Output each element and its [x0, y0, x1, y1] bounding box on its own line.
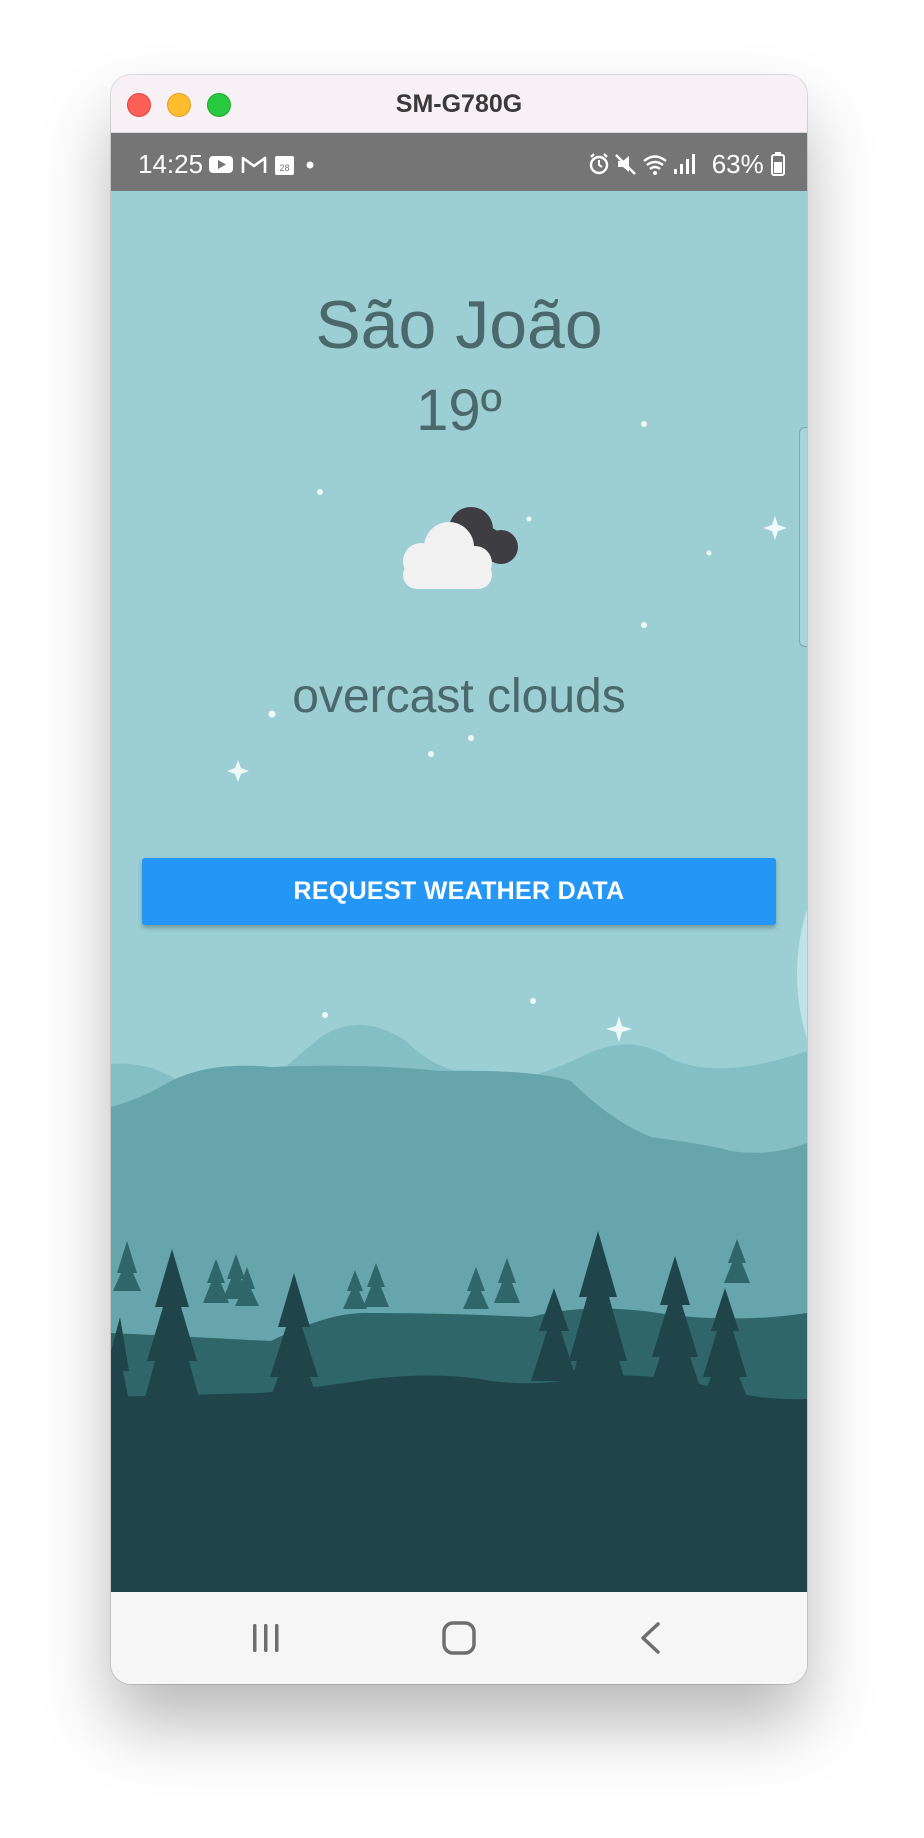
alarm-icon	[590, 153, 609, 175]
navigation-bar	[111, 1592, 807, 1684]
star-icon	[322, 1012, 328, 1018]
star-icon	[227, 760, 249, 782]
back-icon[interactable]	[631, 1620, 671, 1656]
weather-app-screen: São João 19º overcast clouds REQUEST WEA…	[111, 191, 807, 1592]
home-icon[interactable]	[439, 1620, 479, 1656]
star-icon	[428, 751, 434, 757]
wifi-icon	[643, 155, 668, 175]
star-icon	[763, 516, 787, 540]
youtube-icon	[209, 156, 233, 173]
star-icon	[641, 622, 647, 628]
battery-percent: 63%	[711, 149, 764, 179]
status-time: 14:25	[138, 149, 204, 179]
gmail-icon	[241, 156, 267, 173]
overcast-clouds-icon	[403, 507, 518, 589]
star-icon	[468, 735, 474, 741]
recent-apps-icon[interactable]	[246, 1620, 286, 1656]
svg-text:28: 28	[279, 163, 289, 173]
mute-icon	[615, 154, 637, 175]
scrollbar[interactable]	[799, 427, 807, 647]
window-title: SM-G780G	[395, 90, 523, 118]
star-icon	[317, 489, 323, 495]
weather-description: overcast clouds	[292, 670, 626, 723]
request-weather-button[interactable]: REQUEST WEATHER DATA	[142, 858, 776, 925]
notification-icons: 28	[209, 156, 314, 175]
system-status-icons	[590, 153, 696, 175]
star-icon	[706, 550, 712, 556]
device-window: SM-G780G 14:25 28 63% São João 19º overc…	[111, 75, 807, 1684]
battery-icon	[771, 152, 785, 176]
title-bar: SM-G780G	[111, 75, 807, 133]
temperature: 19º	[416, 378, 502, 443]
foreground-ground	[111, 1375, 807, 1592]
calendar-icon: 28	[275, 156, 294, 175]
status-right: 63%	[588, 149, 785, 180]
star-icon	[606, 1016, 632, 1042]
dot-icon	[306, 161, 314, 169]
star-icon	[530, 998, 536, 1004]
status-bar: 14:25 28 63%	[111, 133, 807, 191]
city-name: São João	[315, 287, 603, 363]
signal-icon	[674, 154, 696, 174]
